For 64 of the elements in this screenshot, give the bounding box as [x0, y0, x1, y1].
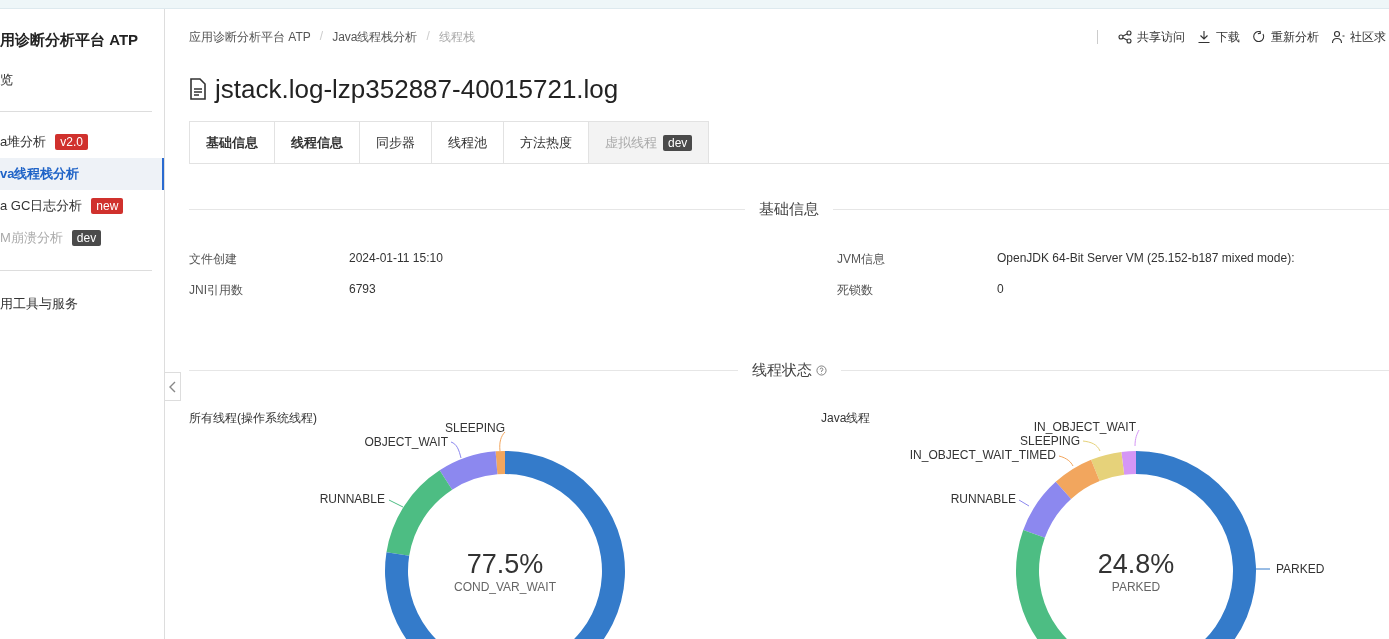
breadcrumb-separator: / [319, 28, 324, 45]
info-value: 0 [997, 282, 1005, 298]
slice-label: IN_OBJECT_WAIT_TIMED [909, 448, 1056, 462]
tab[interactable]: 同步器 [359, 121, 431, 164]
badge: dev [663, 134, 693, 151]
leader-line [1018, 499, 1030, 507]
sidebar-item[interactable]: va线程栈分析 [0, 158, 164, 190]
center-label: PARKED [1111, 580, 1161, 594]
section-title: 基础信息 [759, 200, 819, 219]
info-value: OpenJDK 64-Bit Server VM (25.152-b187 mixed mode): [997, 251, 1296, 267]
chevron-left-icon [168, 380, 177, 393]
info-label: JNI引用数 [189, 282, 244, 299]
info-label: 文件创建 [189, 251, 238, 268]
share-icon [1118, 30, 1132, 44]
reload-icon [1252, 30, 1266, 44]
toolbar-button[interactable]: 共享访问 [1118, 28, 1185, 46]
toolbar-button[interactable]: 下载 [1197, 28, 1240, 46]
slice-label: RUNNABLE [319, 492, 385, 506]
info-value: 6793 [349, 282, 377, 298]
slice-label: IN_OBJECT_WAIT [1033, 420, 1136, 434]
breadcrumb-link[interactable]: 应用诊断分析平台 ATP [189, 28, 311, 46]
breadcrumb-link[interactable]: Java线程栈分析 [332, 28, 418, 46]
badge: dev [71, 230, 102, 246]
section-title: 线程状态 [751, 361, 812, 380]
center-label: COND_VAR_WAIT [454, 580, 556, 594]
collapse-button[interactable] [164, 372, 181, 401]
center-value: 24.8% [1097, 549, 1175, 579]
slice-label: RUNNABLE [950, 492, 1016, 506]
leader-line [1082, 440, 1101, 452]
leader-line [1134, 429, 1140, 447]
leader-line [450, 441, 462, 459]
user-icon [1331, 30, 1345, 44]
chart-title: Java线程 [821, 410, 872, 424]
sidebar-item[interactable]: a GC日志分析 new [0, 190, 164, 222]
slice-label: SLEEPING [1019, 434, 1080, 448]
slice-label: OBJECT_WAIT [364, 435, 448, 449]
leader-line [1058, 455, 1074, 467]
badge: v2.0 [55, 134, 88, 150]
toolbar-button[interactable]: 社区求 [1331, 28, 1386, 46]
tab[interactable]: 基础信息 [189, 121, 274, 164]
tab[interactable]: 线程信息 [274, 121, 359, 164]
info-value: 2024-01-11 15:10 [349, 251, 444, 267]
sidebar-item[interactable]: 用工具与服务 [0, 285, 164, 319]
slice-label: SLEEPING [444, 421, 505, 435]
info-label: JVM信息 [837, 251, 886, 268]
center-value: 77.5% [466, 549, 544, 579]
sidebar-item[interactable]: 览 [0, 61, 164, 95]
leader-line [388, 499, 404, 508]
tab[interactable]: 线程池 [431, 121, 503, 164]
app-title: 用诊断分析平台 ATP [0, 30, 140, 50]
file-icon [189, 78, 207, 100]
download-icon [1197, 30, 1211, 44]
page-title: jstack.log-lzp352887-40015721.log [215, 73, 619, 105]
leader-line [1253, 568, 1271, 570]
toolbar-button[interactable]: 重新分析 [1252, 28, 1319, 46]
sidebar-item[interactable]: a堆分析 v2.0 [0, 126, 164, 158]
tab[interactable]: 方法热度 [503, 121, 588, 164]
badge: new [91, 198, 124, 214]
chart-title: 所有线程(操作系统线程) [189, 410, 318, 424]
leader-line [499, 431, 506, 452]
breadcrumb-separator: / [426, 28, 430, 45]
slice-label: PARKED [1276, 562, 1325, 576]
info-label: 死锁数 [837, 282, 874, 299]
help-icon [815, 365, 827, 376]
